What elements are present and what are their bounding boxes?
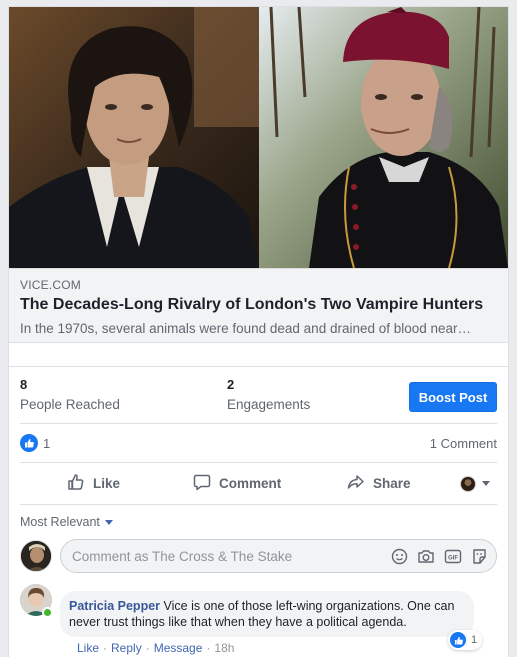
like-label: Like — [93, 476, 121, 491]
comment-bubble: Patricia Pepper Vice is one of those lef… — [60, 591, 474, 637]
comment-label: Comment — [219, 476, 282, 491]
audience-selector[interactable] — [460, 475, 490, 492]
post-actions: Like Comment Share — [20, 463, 497, 505]
svg-text:GIF: GIF — [448, 555, 458, 561]
people-reached-value: 8 — [20, 377, 28, 392]
engagements-value: 2 — [227, 377, 235, 392]
spacer — [9, 343, 508, 367]
post-insights: 8 People Reached 2 Engagements Boost Pos… — [9, 367, 508, 423]
share-button[interactable]: Share — [347, 473, 411, 494]
link-preview-image[interactable] — [9, 7, 508, 268]
comment-message-link[interactable]: Message — [154, 641, 203, 655]
camera-icon[interactable] — [417, 548, 435, 565]
gif-icon[interactable]: GIF — [444, 548, 462, 565]
comment-button[interactable]: Comment — [193, 473, 281, 494]
post-card: VICE.COM The Decades-Long Rivalry of Lon… — [8, 6, 509, 657]
share-label: Share — [373, 476, 411, 491]
comment-reply-link[interactable]: Reply — [111, 641, 142, 655]
reaction-count: 1 — [43, 435, 51, 451]
comment-reaction-badge[interactable]: 1 — [448, 630, 483, 650]
page-mini-avatar — [460, 475, 476, 492]
comment-like-link[interactable]: Like — [77, 641, 99, 655]
comment-input-box: GIF — [60, 539, 497, 573]
link-description: In the 1970s, several animals were found… — [20, 321, 472, 336]
engagements-label: Engagements — [227, 397, 311, 412]
share-icon — [347, 473, 365, 494]
vampire-hunters-photo — [9, 7, 508, 268]
link-preview-meta[interactable]: VICE.COM The Decades-Long Rivalry of Lon… — [9, 268, 508, 343]
reactions-summary: 1 1 Comment — [20, 423, 497, 463]
comment-item: Patricia Pepper Vice is one of those lef… — [20, 584, 497, 657]
online-status-indicator — [42, 607, 53, 618]
chevron-down-icon — [482, 481, 490, 486]
emoji-icon[interactable] — [391, 548, 408, 565]
comment-reaction-count: 1 — [471, 634, 478, 646]
separator: · — [103, 641, 108, 655]
like-icon — [67, 473, 85, 494]
comment-icon — [193, 473, 211, 494]
engagements-stat[interactable]: 2 Engagements — [227, 377, 310, 412]
comment-composer: GIF — [20, 538, 497, 574]
people-reached-label: People Reached — [20, 397, 120, 412]
comment-sort-dropdown[interactable]: Most Relevant — [20, 515, 113, 529]
link-title[interactable]: The Decades-Long Rivalry of London's Two… — [20, 296, 483, 314]
link-domain: VICE.COM — [20, 278, 81, 292]
sort-label: Most Relevant — [20, 515, 100, 529]
page-avatar[interactable] — [20, 540, 52, 572]
separator: · — [145, 641, 150, 655]
boost-post-button[interactable]: Boost Post — [409, 382, 497, 412]
sticker-icon[interactable] — [471, 548, 488, 565]
comment-actions: Like · Reply · Message · 18h — [77, 641, 234, 655]
thumbs-up-icon — [20, 434, 38, 452]
people-reached-stat[interactable]: 8 People Reached — [20, 377, 120, 412]
comment-input[interactable] — [72, 548, 391, 564]
comment-count-link[interactable]: 1 Comment — [430, 436, 497, 451]
comment-timestamp[interactable]: 18h — [214, 641, 234, 655]
comment-author[interactable]: Patricia Pepper — [69, 599, 160, 613]
separator: · — [206, 641, 211, 655]
like-button[interactable]: Like — [67, 473, 120, 494]
composer-icons: GIF — [391, 548, 488, 565]
reaction-count-group[interactable]: 1 — [20, 434, 50, 452]
thumbs-up-icon — [450, 632, 466, 648]
chevron-down-icon — [104, 519, 113, 525]
